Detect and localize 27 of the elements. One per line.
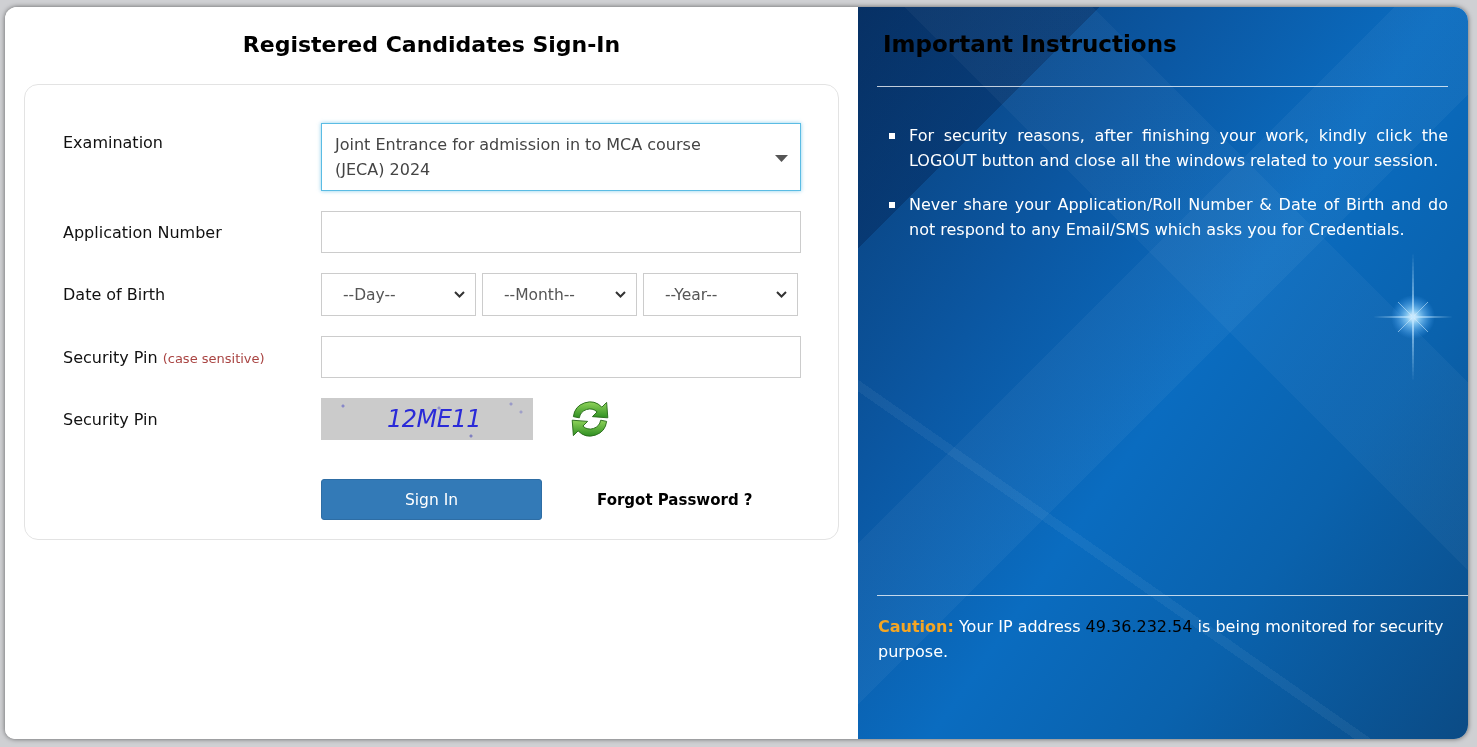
instruction-text: For security reasons, after finishing your work, kindly click the LOGOUT button and close all the windows related to your session. (909, 125, 1448, 172)
date-dropdown[interactable]: --Year-- (643, 273, 798, 316)
forgot-password-link[interactable]: Forgot Password ? (597, 490, 753, 509)
hint-text: (case sensitive) (162, 350, 265, 366)
caret-icon (775, 155, 788, 162)
refresh-icon[interactable] (571, 400, 609, 438)
login-title: Registered Candidates Sign-In (241, 31, 622, 59)
sign-in-button[interactable]: Sign In (321, 479, 542, 520)
bullet-icon (889, 202, 895, 208)
chevron-icon (776, 291, 787, 298)
date-dropdown[interactable]: --Month-- (482, 273, 637, 316)
input-field[interactable] (321, 211, 801, 253)
instructions-title: Important Instructions (883, 30, 1178, 59)
field-label: Security Pin (63, 409, 158, 429)
field-label: Security Pin (63, 347, 158, 367)
chevron-icon (454, 291, 465, 298)
field-label: Examination (63, 133, 163, 152)
date-dropdown[interactable]: --Day-- (321, 273, 476, 316)
instruction-text: Never share your Application/Roll Number & Date of Birth and do not respond to any Email/SMS which asks you for Credentials. (909, 194, 1448, 241)
exam-dropdown[interactable]: Joint Entrance for admission in to MCA course (JECA) 2024 (321, 123, 801, 191)
caution-notice: Caution: Your IP address 49.36.232.54 is being monitored for security purpose. (878, 616, 1445, 663)
field-label: Application Number (63, 222, 222, 242)
input-field[interactable] (321, 336, 801, 378)
captcha-image: 12ME11 (321, 398, 533, 440)
chevron-icon (615, 291, 626, 298)
field-label: Date of Birth (63, 285, 166, 304)
bullet-icon (889, 133, 895, 139)
